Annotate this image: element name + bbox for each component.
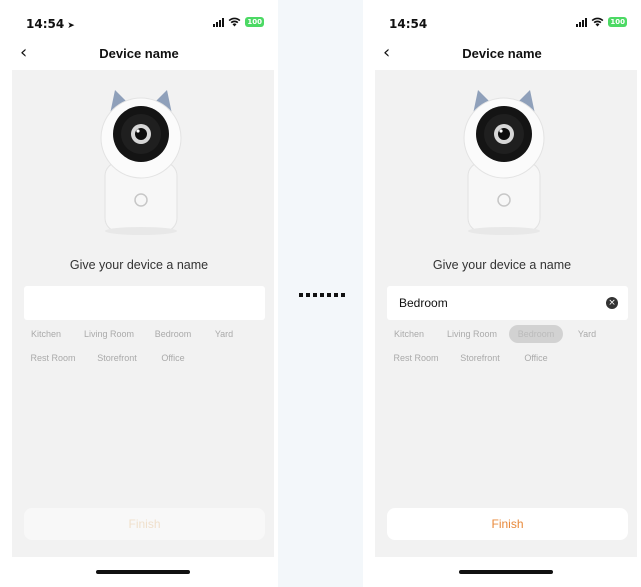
cellular-signal-icon (576, 17, 588, 27)
phone-screen-before: 14:54 ➤ 100 ‹ Device name Give your devic… (0, 0, 278, 587)
wifi-icon (591, 17, 604, 27)
status-icons: 100 (576, 17, 627, 27)
home-indicator (459, 570, 553, 574)
suggestion-chip-yard[interactable]: Yard (573, 325, 601, 343)
suggestion-chip-office[interactable]: Office (154, 349, 192, 367)
status-time: 14:54 ➤ (26, 17, 75, 31)
suggestion-chip-living-room[interactable]: Living Room (80, 325, 138, 343)
status-icons: 100 (213, 17, 264, 27)
nav-bar: ‹ Device name (363, 42, 641, 66)
transition-dots (299, 293, 345, 297)
suggestion-chip-office[interactable]: Office (517, 349, 555, 367)
suggestion-chip-yard[interactable]: Yard (210, 325, 238, 343)
device-name-input[interactable]: Bedroom × (387, 286, 628, 320)
battery-icon: 100 (608, 17, 627, 27)
phone-screen-after: 14:54 100 ‹ Device name Give your device… (363, 0, 641, 587)
suggestion-chip-bedroom[interactable]: Bedroom (146, 325, 200, 343)
home-indicator (96, 570, 190, 574)
suggestion-chip-kitchen[interactable]: Kitchen (26, 325, 66, 343)
suggestion-chip-bedroom-selected[interactable]: Bedroom (509, 325, 563, 343)
nav-bar: ‹ Device name (0, 42, 278, 66)
finish-button[interactable]: Finish (387, 508, 628, 540)
status-time: 14:54 (389, 17, 428, 31)
suggestion-chip-kitchen[interactable]: Kitchen (389, 325, 429, 343)
suggestion-chip-rest-room[interactable]: Rest Room (26, 349, 80, 367)
suggestion-chip-living-room[interactable]: Living Room (443, 325, 501, 343)
page-title: Device name (462, 46, 542, 61)
suggestion-chip-rest-room[interactable]: Rest Room (389, 349, 443, 367)
camera-image (463, 90, 545, 235)
location-arrow-icon: ➤ (67, 21, 75, 31)
cellular-signal-icon (213, 17, 225, 27)
camera-image (100, 90, 182, 235)
clear-icon[interactable]: × (606, 297, 618, 309)
page-title: Device name (99, 46, 179, 61)
name-prompt: Give your device a name (432, 258, 572, 272)
status-bar: 14:54 ➤ 100 (0, 0, 278, 44)
battery-icon: 100 (245, 17, 264, 27)
wifi-icon (228, 17, 241, 27)
name-prompt: Give your device a name (69, 258, 209, 272)
suggestion-chip-storefront[interactable]: Storefront (453, 349, 507, 367)
suggestion-chip-storefront[interactable]: Storefront (90, 349, 144, 367)
device-name-input[interactable] (24, 286, 265, 320)
finish-button[interactable]: Finish (24, 508, 265, 540)
status-bar: 14:54 100 (363, 0, 641, 44)
device-name-value: Bedroom (399, 296, 448, 310)
